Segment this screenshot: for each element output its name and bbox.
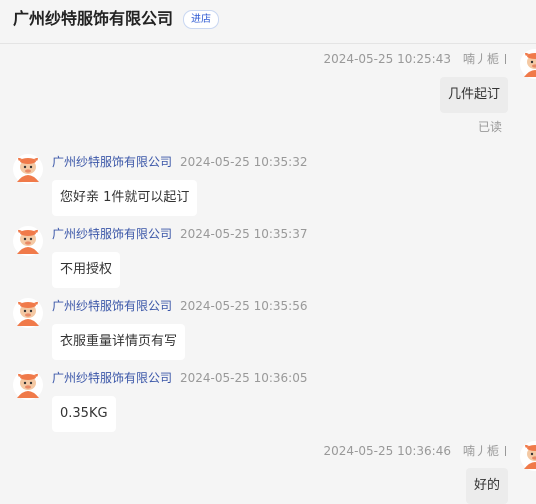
message-meta: 广州纱特服饰有限公司 2024-05-25 10:35:37 (52, 226, 307, 242)
divider (505, 54, 506, 64)
sender-name[interactable]: 广州纱特服饰有限公司 (52, 227, 172, 241)
mascot-avatar-icon[interactable] (13, 154, 43, 184)
message-meta: 广州纱特服饰有限公司 2024-05-25 10:35:32 (52, 154, 307, 170)
message-time: 2024-05-25 10:36:05 (180, 371, 308, 385)
message-list[interactable]: 2024-05-25 10:25:43 喃丿栀 几件起订 已读 广州纱特服饰有限公… (0, 44, 536, 504)
chat-header: 广州纱特服饰有限公司 进店 (0, 0, 536, 44)
divider (505, 446, 506, 456)
sender-name: 喃丿栀 (462, 444, 499, 458)
message-bubble[interactable]: 衣服重量详情页有写 (52, 324, 186, 360)
mascot-avatar-icon[interactable] (13, 370, 43, 400)
shop-name: 广州纱特服饰有限公司 (13, 9, 174, 28)
mascot-avatar-icon[interactable] (13, 226, 43, 256)
message-time: 2024-05-25 10:35:56 (180, 299, 308, 313)
message-bubble[interactable]: 您好亲 1件就可以起订 (52, 180, 198, 216)
read-status: 已读 (477, 120, 502, 134)
message-bubble[interactable]: 好的 (465, 468, 508, 504)
sender-name[interactable]: 广州纱特服饰有限公司 (52, 299, 172, 313)
message-time: 2024-05-25 10:35:32 (180, 155, 308, 169)
message-bubble[interactable]: 0.35KG (52, 396, 116, 432)
message-meta: 2024-05-25 10:25:43 喃丿栀 (324, 51, 506, 67)
mascot-avatar-icon[interactable] (13, 298, 43, 328)
message-bubble[interactable]: 不用授权 (52, 252, 121, 288)
mascot-avatar-icon[interactable] (520, 441, 536, 471)
enter-shop-button[interactable]: 进店 (183, 10, 219, 29)
message-time: 2024-05-25 10:25:43 (323, 52, 451, 66)
sender-name[interactable]: 广州纱特服饰有限公司 (52, 371, 172, 385)
message-meta: 2024-05-25 10:36:46 喃丿栀 (324, 443, 506, 459)
message-meta: 广州纱特服饰有限公司 2024-05-25 10:35:56 (52, 298, 307, 314)
sender-name[interactable]: 广州纱特服饰有限公司 (52, 155, 172, 169)
message-meta: 广州纱特服饰有限公司 2024-05-25 10:36:05 (52, 370, 307, 386)
sender-name: 喃丿栀 (462, 52, 499, 66)
mascot-avatar-icon[interactable] (520, 49, 536, 79)
message-time: 2024-05-25 10:35:37 (180, 227, 308, 241)
message-time: 2024-05-25 10:36:46 (323, 444, 451, 458)
message-bubble[interactable]: 几件起订 (439, 77, 508, 113)
